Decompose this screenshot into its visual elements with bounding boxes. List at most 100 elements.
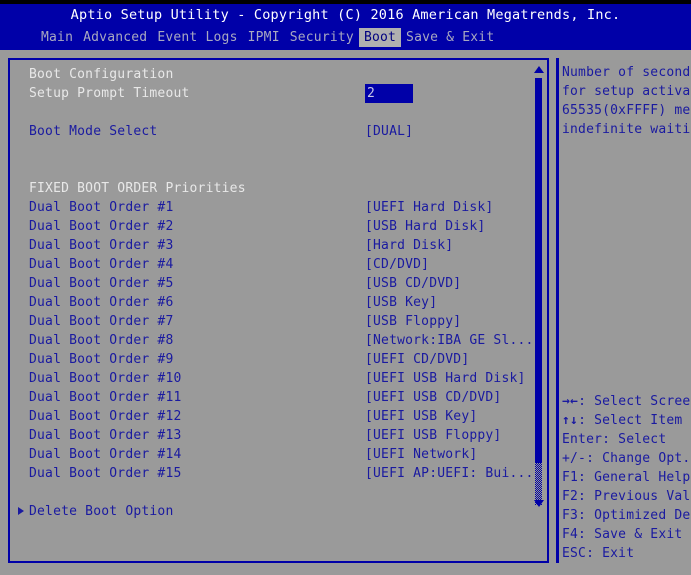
boot-order-3-label: Dual Boot Order #3 — [29, 238, 174, 253]
tab-boot[interactable]: Boot — [358, 28, 402, 47]
boot-order-14-value[interactable]: [UEFI Network] — [365, 445, 477, 464]
boot-configuration-heading: Boot Configuration — [29, 67, 174, 82]
key-legend-text: : Select Item — [578, 413, 683, 428]
fixed-boot-order-heading: FIXED BOOT ORDER Priorities — [29, 181, 246, 196]
boot-order-6-value[interactable]: [USB Key] — [365, 293, 437, 312]
key-legend: →←: Select Scree ↑↓: Select Item Enter: Se… — [562, 392, 691, 563]
key-legend-line-2: ↑↓: Select Item — [562, 411, 691, 430]
row-boot-order-1[interactable]: Dual Boot Order #1 [UEFI Hard Disk] — [10, 198, 547, 217]
boot-order-13-label: Dual Boot Order #13 — [29, 428, 182, 443]
spacer-row-3 — [10, 160, 547, 179]
boot-order-15-value[interactable]: [UEFI AP:UEFI: Bui...] — [365, 464, 542, 483]
boot-mode-select-label: Boot Mode Select — [29, 124, 158, 139]
row-boot-order-11[interactable]: Dual Boot Order #11 [UEFI USB CD/DVD] — [10, 388, 547, 407]
boot-order-14-label: Dual Boot Order #14 — [29, 447, 182, 462]
row-boot-mode-select[interactable]: Boot Mode Select [DUAL] — [10, 122, 547, 141]
row-boot-order-13[interactable]: Dual Boot Order #13 [UEFI USB Floppy] — [10, 426, 547, 445]
help-description: Number of second for setup activa 65535(0x… — [562, 63, 691, 139]
pane-divider — [556, 58, 559, 563]
scroll-up-arrow-icon[interactable] — [534, 66, 544, 73]
menu-tab-bar[interactable]: Main Advanced Event Logs IPMI Security Boot Sa… — [0, 28, 691, 47]
page-title: Aptio Setup Utility - Copyright (C) 2016… — [70, 7, 621, 23]
boot-order-1-label: Dual Boot Order #1 — [29, 200, 174, 215]
bottom-strip — [0, 564, 691, 575]
row-fixed-boot-order-heading: FIXED BOOT ORDER Priorities — [10, 179, 547, 198]
row-boot-order-5[interactable]: Dual Boot Order #5 [USB CD/DVD] — [10, 274, 547, 293]
header-underline — [0, 47, 691, 50]
help-line-2: for setup activa — [562, 84, 691, 99]
tab-ipmi[interactable]: IPMI — [243, 28, 285, 47]
tab-main[interactable]: Main — [36, 28, 78, 47]
key-legend-line-3: Enter: Select — [562, 432, 667, 447]
row-boot-order-15[interactable]: Dual Boot Order #15 [UEFI AP:UEFI: Bui...… — [10, 464, 547, 483]
content-area: Boot Configuration Setup Prompt Timeout … — [0, 52, 691, 575]
boot-order-2-value[interactable]: [USB Hard Disk] — [365, 217, 485, 236]
help-line-4: indefinite waiti — [562, 122, 691, 137]
spacer-row-4 — [10, 483, 547, 502]
row-boot-order-7[interactable]: Dual Boot Order #7 [USB Floppy] — [10, 312, 547, 331]
boot-order-11-value[interactable]: [UEFI USB CD/DVD] — [365, 388, 501, 407]
boot-order-6-label: Dual Boot Order #6 — [29, 295, 174, 310]
boot-order-10-value[interactable]: [UEFI USB Hard Disk] — [365, 369, 526, 388]
settings-rows: Boot Configuration Setup Prompt Timeout … — [10, 65, 547, 521]
scroll-down-arrow-icon[interactable] — [534, 500, 544, 507]
boot-order-9-value[interactable]: [UEFI CD/DVD] — [365, 350, 469, 369]
scrollbar-thumb[interactable] — [535, 78, 542, 463]
settings-pane: Boot Configuration Setup Prompt Timeout … — [8, 58, 549, 563]
row-boot-order-2[interactable]: Dual Boot Order #2 [USB Hard Disk] — [10, 217, 547, 236]
boot-order-10-label: Dual Boot Order #10 — [29, 371, 182, 386]
boot-order-9-label: Dual Boot Order #9 — [29, 352, 174, 367]
row-boot-order-6[interactable]: Dual Boot Order #6 [USB Key] — [10, 293, 547, 312]
boot-mode-select-value[interactable]: [DUAL] — [365, 122, 413, 141]
row-boot-order-3[interactable]: Dual Boot Order #3 [Hard Disk] — [10, 236, 547, 255]
tab-event-logs[interactable]: Event Logs — [152, 28, 242, 47]
boot-order-11-label: Dual Boot Order #11 — [29, 390, 182, 405]
row-setup-prompt-timeout[interactable]: Setup Prompt Timeout 2 — [10, 84, 547, 103]
boot-order-list: Dual Boot Order #1 [UEFI Hard Disk] Dual B… — [10, 198, 547, 483]
row-boot-order-12[interactable]: Dual Boot Order #12 [UEFI USB Key] — [10, 407, 547, 426]
key-legend-line-1: →←: Select Scree — [562, 392, 691, 411]
row-boot-order-8[interactable]: Dual Boot Order #8 [Network:IBA GE Sl...] — [10, 331, 547, 350]
boot-order-12-label: Dual Boot Order #12 — [29, 409, 182, 424]
key-legend-line-5: F1: General Help — [562, 470, 691, 485]
boot-order-3-value[interactable]: [Hard Disk] — [365, 236, 453, 255]
bios-setup-screen: Aptio Setup Utility - Copyright (C) 2016… — [0, 0, 691, 575]
delete-boot-option-label: Delete Boot Option — [29, 504, 174, 519]
row-boot-order-14[interactable]: Dual Boot Order #14 [UEFI Network] — [10, 445, 547, 464]
submenu-arrow-icon — [18, 507, 24, 515]
key-glyph-icon: →← — [562, 394, 579, 409]
boot-order-1-value[interactable]: [UEFI Hard Disk] — [365, 198, 493, 217]
boot-order-4-label: Dual Boot Order #4 — [29, 257, 174, 272]
boot-order-5-label: Dual Boot Order #5 — [29, 276, 174, 291]
tab-security[interactable]: Security — [285, 28, 359, 47]
spacer-row-2 — [10, 141, 547, 160]
tab-advanced[interactable]: Advanced — [78, 28, 152, 47]
boot-order-8-value[interactable]: [Network:IBA GE Sl...] — [365, 331, 542, 350]
boot-order-15-label: Dual Boot Order #15 — [29, 466, 182, 481]
key-legend-line-4: +/-: Change Opt. — [562, 451, 691, 466]
row-boot-configuration-heading: Boot Configuration — [10, 65, 547, 84]
setup-prompt-timeout-label: Setup Prompt Timeout — [29, 86, 190, 101]
key-legend-line-8: F4: Save & Exit — [562, 527, 683, 542]
boot-order-13-value[interactable]: [UEFI USB Floppy] — [365, 426, 501, 445]
boot-order-12-value[interactable]: [UEFI USB Key] — [365, 407, 477, 426]
row-boot-order-4[interactable]: Dual Boot Order #4 [CD/DVD] — [10, 255, 547, 274]
header-bar: Aptio Setup Utility - Copyright (C) 2016… — [0, 4, 691, 47]
spacer-row-1 — [10, 103, 547, 122]
key-legend-line-6: F2: Previous Val — [562, 489, 691, 504]
scrollbar-track[interactable] — [535, 463, 542, 505]
boot-order-5-value[interactable]: [USB CD/DVD] — [365, 274, 461, 293]
tab-save-exit[interactable]: Save & Exit — [401, 28, 499, 47]
row-delete-boot-option[interactable]: Delete Boot Option — [10, 502, 547, 521]
setup-prompt-timeout-input[interactable]: 2 — [365, 84, 413, 103]
boot-order-2-label: Dual Boot Order #2 — [29, 219, 174, 234]
row-boot-order-10[interactable]: Dual Boot Order #10 [UEFI USB Hard Disk] — [10, 369, 547, 388]
key-legend-line-7: F3: Optimized De — [562, 508, 691, 523]
settings-scrollbar[interactable] — [533, 62, 545, 559]
help-pane: Number of second for setup activa 65535(0x… — [562, 58, 691, 563]
row-boot-order-9[interactable]: Dual Boot Order #9 [UEFI CD/DVD] — [10, 350, 547, 369]
boot-order-7-value[interactable]: [USB Floppy] — [365, 312, 461, 331]
boot-order-4-value[interactable]: [CD/DVD] — [365, 255, 429, 274]
key-legend-text: : Select Scree — [578, 394, 691, 409]
help-line-3: 65535(0xFFFF) me — [562, 103, 691, 118]
